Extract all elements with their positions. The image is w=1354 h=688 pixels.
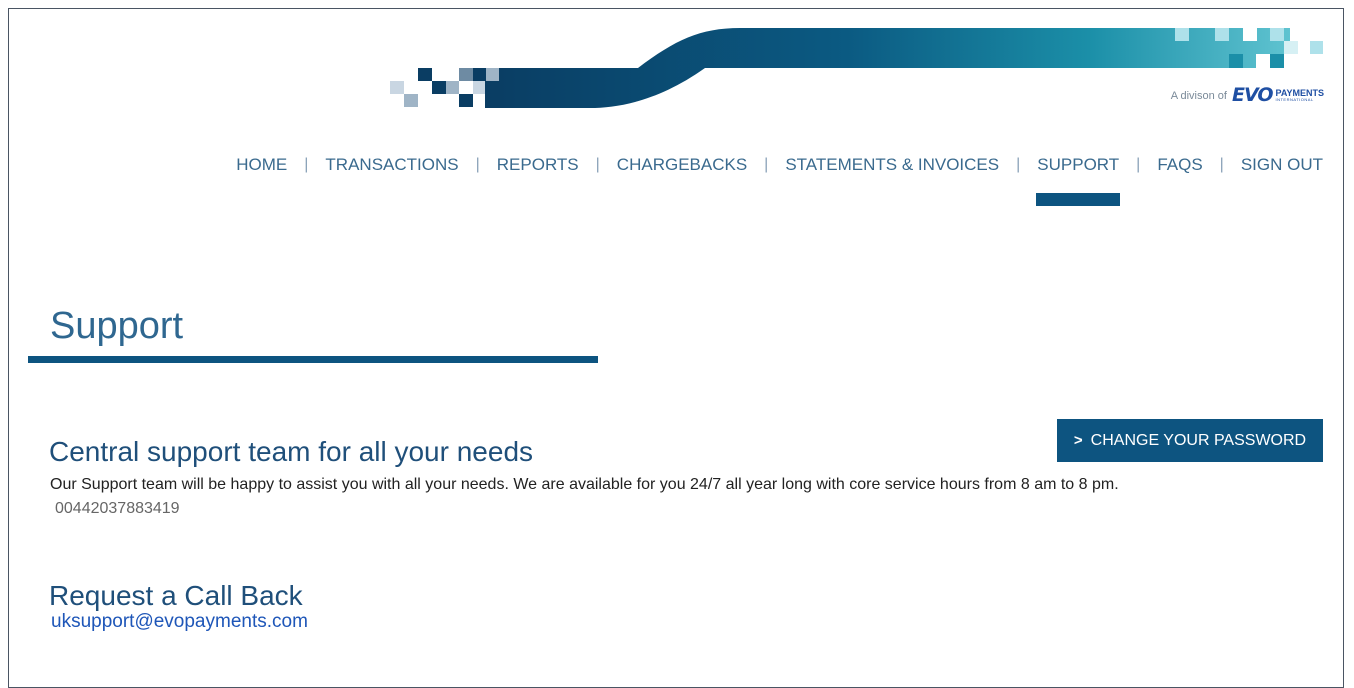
- title-underline: [28, 356, 598, 363]
- nav-item-transactions[interactable]: TRANSACTIONS: [325, 155, 458, 175]
- nav-separator: |: [1016, 156, 1021, 173]
- support-description: Our Support team will be happy to assist…: [50, 476, 1119, 493]
- change-password-label: CHANGE YOUR PASSWORD: [1090, 431, 1307, 449]
- nav-item-sign-out[interactable]: SIGN OUT: [1241, 155, 1323, 175]
- nav-item-reports[interactable]: REPORTS: [497, 155, 579, 175]
- nav-separator: |: [1136, 156, 1141, 173]
- nav-item-home[interactable]: HOME: [236, 155, 287, 175]
- nav-item-statements-invoices[interactable]: STATEMENTS & INVOICES: [785, 155, 999, 175]
- division-text: A divison of: [1170, 89, 1227, 102]
- nav-item-support[interactable]: SUPPORT: [1036, 155, 1121, 206]
- callback-heading: Request a Call Back: [49, 580, 303, 611]
- nav-separator: |: [1219, 156, 1224, 173]
- evo-logo-words: PAYMENTS INTERNATIONAL: [1275, 89, 1324, 102]
- evo-logo-mark: EVO: [1231, 84, 1274, 106]
- support-email-link[interactable]: uksupport@evopayments.com: [51, 611, 308, 633]
- support-phone: 00442037883419: [55, 500, 180, 517]
- nav-separator: |: [764, 156, 769, 173]
- nav-item-chargebacks[interactable]: CHARGEBACKS: [617, 155, 747, 175]
- brand-logo[interactable]: A divison of EVO PAYMENTS INTERNATIONAL: [1171, 86, 1324, 105]
- header-banner-graphic: [390, 28, 1323, 108]
- nav-separator: |: [595, 156, 600, 173]
- evo-payments-logo: EVO PAYMENTS INTERNATIONAL: [1232, 86, 1324, 105]
- change-password-button[interactable]: > CHANGE YOUR PASSWORD: [1057, 419, 1323, 462]
- main-nav: HOME | TRANSACTIONS | REPORTS | CHARGEBA…: [236, 155, 1323, 206]
- evo-logo-subword: INTERNATIONAL: [1275, 97, 1314, 102]
- page-title: Support: [50, 305, 184, 347]
- nav-separator: |: [304, 156, 309, 173]
- chevron-right-icon: >: [1073, 432, 1083, 449]
- nav-item-faqs[interactable]: FAQS: [1157, 155, 1202, 175]
- central-support-heading: Central support team for all your needs: [49, 436, 534, 467]
- nav-separator: |: [475, 156, 480, 173]
